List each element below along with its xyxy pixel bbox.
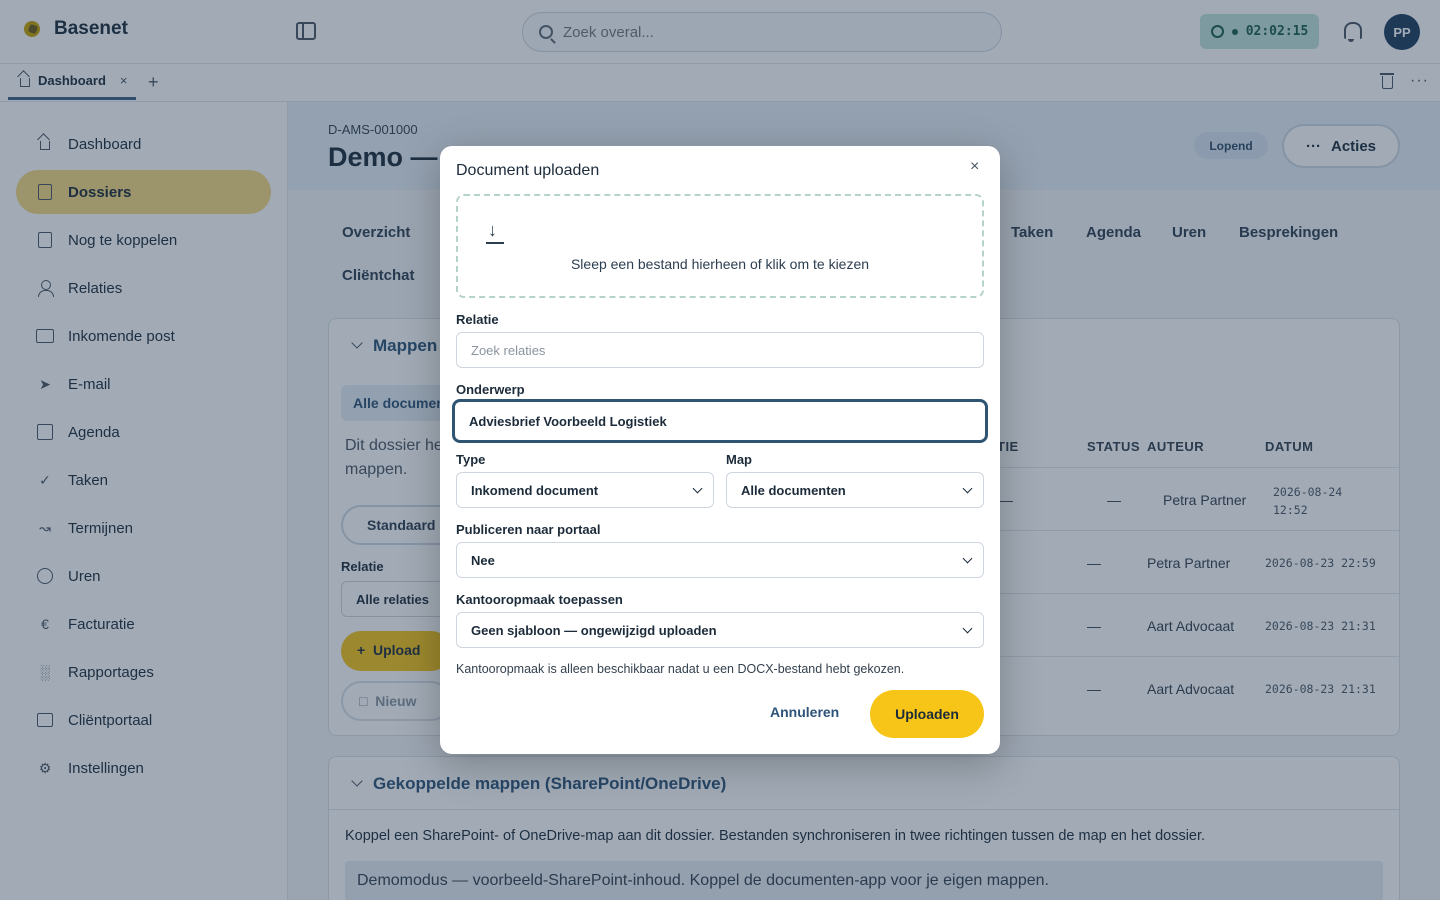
- onderwerp-label: Onderwerp: [456, 382, 525, 397]
- portaal-select-value: Nee: [471, 552, 495, 568]
- relatie-label: Relatie: [456, 312, 499, 327]
- close-icon[interactable]: ×: [970, 158, 979, 176]
- chevron-down-icon: [962, 483, 973, 494]
- opmaak-help-text: Kantooropmaak is alleen beschikbaar nada…: [456, 662, 905, 676]
- type-label: Type: [456, 452, 486, 467]
- upload-document-dialog: Document uploaden × Sleep een bestand hi…: [440, 146, 1000, 754]
- map-select[interactable]: Alle documenten: [726, 472, 984, 508]
- opmaak-label: Kantooropmaak toepassen: [456, 592, 623, 607]
- type-select[interactable]: Inkomend document: [456, 472, 714, 508]
- chevron-down-icon: [962, 553, 973, 564]
- relatie-search-input[interactable]: Zoek relaties: [456, 332, 984, 368]
- type-select-value: Inkomend document: [471, 482, 599, 498]
- chevron-down-icon: [962, 623, 973, 634]
- portaal-select[interactable]: Nee: [456, 542, 984, 578]
- onderwerp-input[interactable]: Adviesbrief Voorbeeld Logistiek: [452, 399, 988, 443]
- chevron-down-icon: [692, 483, 703, 494]
- file-dropzone[interactable]: Sleep een bestand hierheen of klik om te…: [456, 194, 984, 298]
- dialog-title: Document uploaden: [456, 162, 600, 179]
- map-select-value: Alle documenten: [741, 482, 846, 498]
- map-label: Map: [726, 452, 752, 467]
- dropzone-text: Sleep een bestand hierheen of klik om te…: [570, 256, 870, 272]
- upload-submit-button[interactable]: Uploaden: [870, 690, 984, 738]
- opmaak-select[interactable]: Geen sjabloon — ongewijzigd uploaden: [456, 612, 984, 648]
- download-icon: [486, 220, 504, 244]
- portaal-label: Publiceren naar portaal: [456, 522, 601, 537]
- opmaak-select-value: Geen sjabloon — ongewijzigd uploaden: [471, 622, 717, 638]
- cancel-button[interactable]: Annuleren: [770, 704, 839, 720]
